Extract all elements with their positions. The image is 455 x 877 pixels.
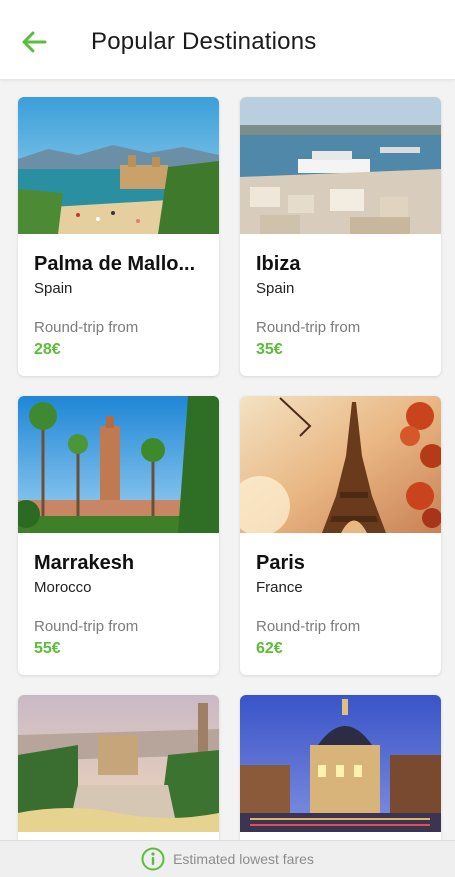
destination-card-marrakesh[interactable]: Marrakesh Morocco Round-trip from 55€: [18, 396, 219, 675]
destination-photo-6: [240, 695, 441, 832]
destination-country: France: [256, 579, 303, 596]
round-trip-label: Round-trip from: [34, 319, 139, 336]
destination-city: Paris: [256, 552, 305, 574]
destination-card-5[interactable]: [18, 695, 219, 845]
footer-bar: Estimated lowest fares: [0, 840, 455, 877]
page-title: Popular Destinations: [91, 28, 317, 55]
round-trip-label: Round-trip from: [256, 319, 361, 336]
destination-card-paris[interactable]: Paris France Round-trip from 62€: [240, 396, 441, 675]
destinations-grid: Palma de Mallo... Spain Round-trip from …: [18, 97, 441, 845]
destination-photo-5: [18, 695, 219, 832]
destination-photo-paris: [240, 396, 441, 533]
destination-price: 62€: [256, 640, 283, 657]
destination-price: 35€: [256, 341, 283, 358]
destination-city: Palma de Mallo...: [34, 253, 196, 275]
round-trip-label: Round-trip from: [256, 618, 361, 635]
arrow-left-icon: [22, 31, 47, 53]
destination-country: Spain: [256, 280, 295, 297]
destination-card-palma[interactable]: Palma de Mallo... Spain Round-trip from …: [18, 97, 219, 376]
destination-price: 55€: [34, 640, 61, 657]
destination-country: Morocco: [34, 579, 92, 596]
destination-photo-marrakesh: [18, 396, 219, 533]
destination-photo-palma: [18, 97, 219, 234]
destination-card-6[interactable]: [240, 695, 441, 845]
round-trip-label: Round-trip from: [34, 618, 139, 635]
destination-price: 28€: [34, 341, 61, 358]
destination-country: Spain: [34, 280, 73, 297]
app-header: Popular Destinations: [0, 0, 455, 80]
destination-city: Marrakesh: [34, 552, 135, 574]
destination-card-ibiza[interactable]: Ibiza Spain Round-trip from 35€: [240, 97, 441, 376]
info-icon: [141, 847, 165, 871]
destination-city: Ibiza: [256, 253, 301, 275]
footer-text: Estimated lowest fares: [173, 851, 314, 867]
destination-photo-ibiza: [240, 97, 441, 234]
back-button[interactable]: [16, 26, 52, 58]
